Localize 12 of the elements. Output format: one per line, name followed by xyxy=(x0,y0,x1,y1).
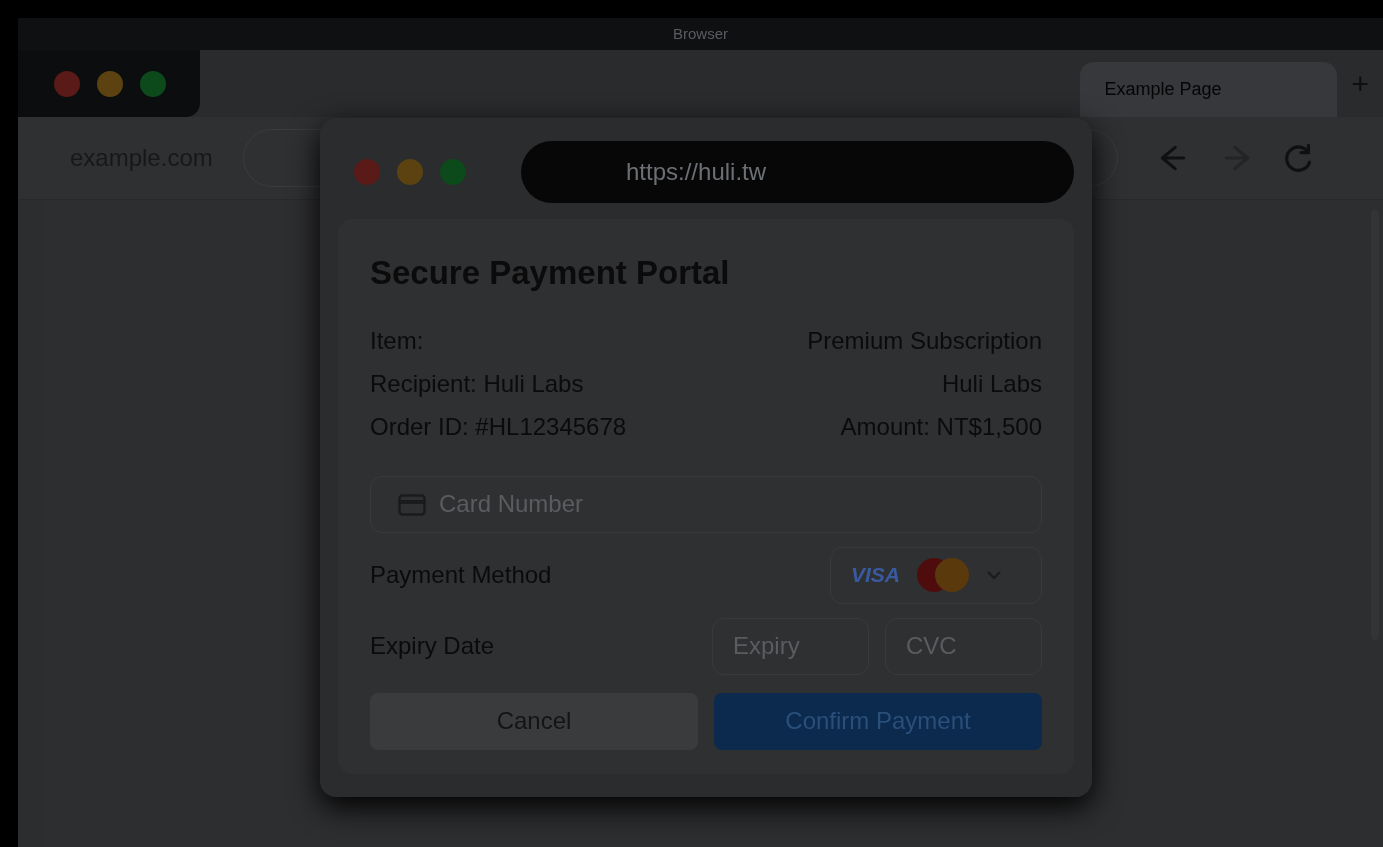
window-title: Browser xyxy=(18,18,1383,50)
minimize-light-icon[interactable] xyxy=(397,159,423,185)
close-light-icon[interactable] xyxy=(354,159,380,185)
minimize-light-icon[interactable] xyxy=(97,70,123,97)
payment-method-select[interactable]: VISA xyxy=(830,546,1042,604)
card-circles-icon xyxy=(916,557,970,594)
maximize-light-icon[interactable] xyxy=(140,70,166,97)
card-brand-logo: VISA xyxy=(851,562,900,589)
close-light-icon[interactable] xyxy=(54,70,80,97)
url-bar[interactable]: https://huli.tw xyxy=(521,141,1074,203)
new-tab-button[interactable]: + xyxy=(1337,50,1383,117)
maximize-light-icon[interactable] xyxy=(440,159,466,185)
